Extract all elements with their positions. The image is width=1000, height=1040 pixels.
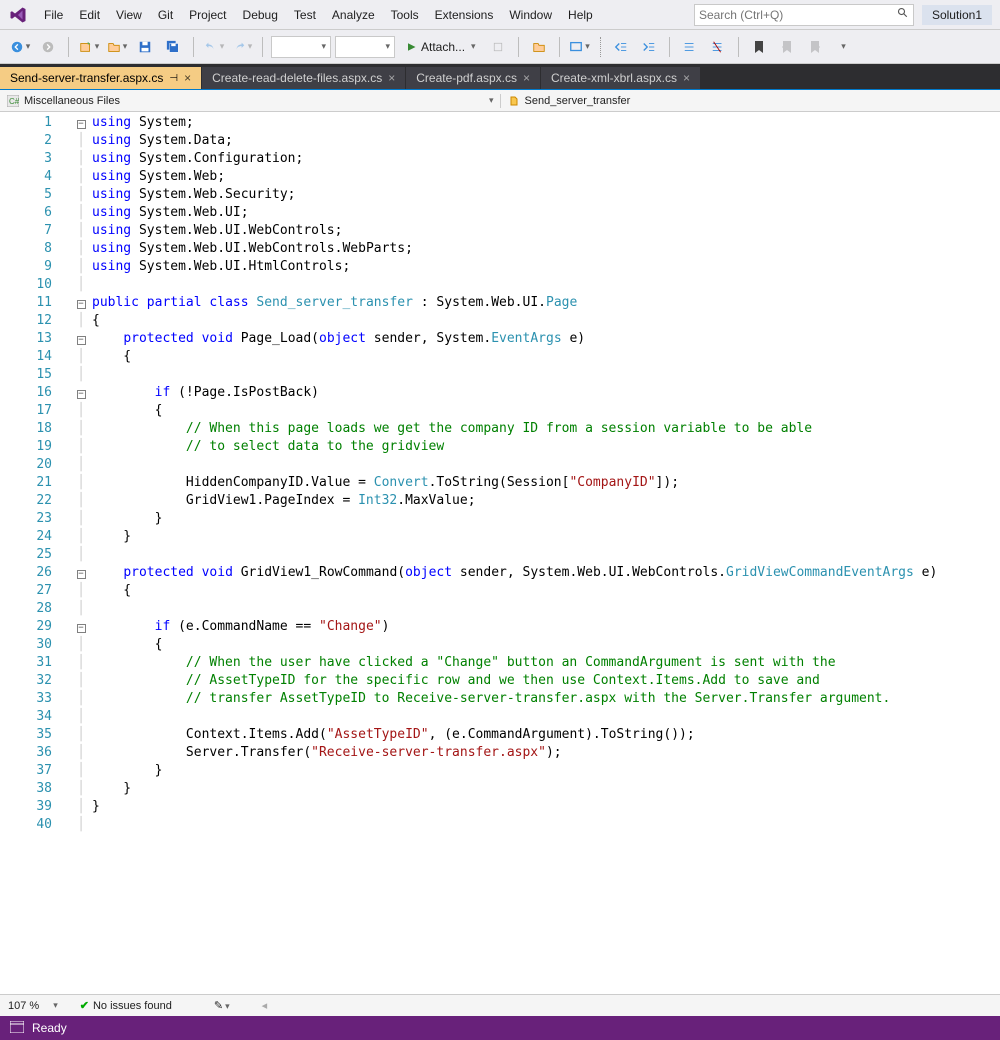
live-share-icon[interactable]: ▾ — [568, 35, 592, 59]
undo-icon[interactable]: ▾ — [202, 35, 226, 59]
new-project-icon[interactable]: ▾ — [77, 35, 101, 59]
menu-tools[interactable]: Tools — [383, 5, 427, 25]
issues-label: No issues found — [93, 1000, 172, 1012]
tab-bar: Send-server-transfer.aspx.cs⊣×Create-rea… — [0, 64, 1000, 90]
editor-bottom-bar: 107 % ▾ ✔No issues found ✎▾ ◂ — [0, 994, 1000, 1016]
tab-label: Create-xml-xbrl.aspx.cs — [551, 71, 677, 85]
uncomment-icon[interactable] — [706, 35, 730, 59]
menu-help[interactable]: Help — [560, 5, 601, 25]
status-text: Ready — [32, 1021, 67, 1035]
scroll-left-icon[interactable]: ◂ — [262, 999, 268, 1012]
tab-label: Send-server-transfer.aspx.cs — [10, 71, 163, 85]
save-all-icon[interactable] — [161, 35, 185, 59]
nav-scope-label: Miscellaneous Files — [24, 95, 120, 107]
menu-edit[interactable]: Edit — [71, 5, 108, 25]
indent-more-icon[interactable] — [637, 35, 661, 59]
tab-label: Create-read-delete-files.aspx.cs — [212, 71, 382, 85]
pencil-icon[interactable]: ✎▾ — [214, 999, 230, 1012]
toolbar: ▾ ▾ ▾ ▾ ▾ ▾ ▾ Attach... ▾ ▾ ▾ — [0, 30, 1000, 64]
fold-icon[interactable]: − — [77, 336, 86, 345]
next-bookmark-icon[interactable] — [803, 35, 827, 59]
menu-view[interactable]: View — [108, 5, 150, 25]
fold-icon[interactable]: − — [77, 300, 86, 309]
tab[interactable]: Create-read-delete-files.aspx.cs × — [202, 67, 405, 89]
menu-debug[interactable]: Debug — [235, 5, 286, 25]
nav-scope[interactable]: C# Miscellaneous Files ▾ — [0, 94, 500, 108]
code-editor[interactable]: 1234567891011121314151617181920212223242… — [0, 112, 1000, 994]
close-icon[interactable]: × — [184, 71, 191, 85]
pin-icon[interactable]: ⊣ — [169, 73, 178, 84]
open-icon[interactable]: ▾ — [105, 35, 129, 59]
fold-icon[interactable]: − — [77, 120, 86, 129]
menu-analyze[interactable]: Analyze — [324, 5, 383, 25]
tab[interactable]: Create-xml-xbrl.aspx.cs × — [541, 67, 700, 89]
menu-git[interactable]: Git — [150, 5, 181, 25]
indent-less-icon[interactable] — [609, 35, 633, 59]
menu-window[interactable]: Window — [501, 5, 560, 25]
attach-cfg-icon[interactable] — [486, 35, 510, 59]
close-icon[interactable]: × — [388, 71, 395, 85]
comment-icon[interactable] — [678, 35, 702, 59]
search-input[interactable] — [699, 8, 897, 22]
class-icon — [507, 94, 521, 108]
nav-fwd-icon[interactable] — [36, 35, 60, 59]
search-icon — [897, 7, 909, 22]
attach-label: Attach... — [421, 40, 465, 54]
nav-member[interactable]: Send_server_transfer — [500, 94, 1000, 108]
tab[interactable]: Send-server-transfer.aspx.cs ⊣ × — [0, 67, 201, 89]
tab-label: Create-pdf.aspx.cs — [416, 71, 517, 85]
vs-logo-icon — [8, 5, 28, 25]
window-icon — [10, 1021, 24, 1036]
navigation-bar: C# Miscellaneous Files ▾ Send_server_tra… — [0, 90, 1000, 112]
nav-member-label: Send_server_transfer — [525, 95, 631, 107]
fold-icon[interactable]: − — [77, 570, 86, 579]
browse-icon[interactable] — [527, 35, 551, 59]
toolbar-overflow-icon[interactable]: ▾ — [831, 35, 855, 59]
close-icon[interactable]: × — [683, 71, 690, 85]
platform-combo[interactable]: ▾ — [335, 36, 395, 58]
close-icon[interactable]: × — [523, 71, 530, 85]
solution-label[interactable]: Solution1 — [922, 5, 992, 25]
search-box[interactable] — [694, 4, 914, 26]
menu-extensions[interactable]: Extensions — [427, 5, 502, 25]
check-icon: ✔ — [80, 1000, 89, 1012]
menu-bar: FileEditViewGitProjectDebugTestAnalyzeTo… — [0, 0, 1000, 30]
save-icon[interactable] — [133, 35, 157, 59]
nav-back-icon[interactable]: ▾ — [8, 35, 32, 59]
bookmark-icon[interactable] — [747, 35, 771, 59]
status-bar: Ready — [0, 1016, 1000, 1040]
tab[interactable]: Create-pdf.aspx.cs × — [406, 67, 540, 89]
redo-icon[interactable]: ▾ — [230, 35, 254, 59]
menu-file[interactable]: File — [36, 5, 71, 25]
prev-bookmark-icon[interactable] — [775, 35, 799, 59]
svg-text:C#: C# — [9, 97, 19, 106]
attach-button[interactable]: Attach... ▾ — [399, 38, 482, 56]
config-combo[interactable]: ▾ — [271, 36, 331, 58]
fold-icon[interactable]: − — [77, 624, 86, 633]
zoom-level[interactable]: 107 % — [8, 1000, 39, 1012]
fold-icon[interactable]: − — [77, 390, 86, 399]
menu-project[interactable]: Project — [181, 5, 234, 25]
menu-test[interactable]: Test — [286, 5, 324, 25]
csharp-file-icon: C# — [6, 94, 20, 108]
